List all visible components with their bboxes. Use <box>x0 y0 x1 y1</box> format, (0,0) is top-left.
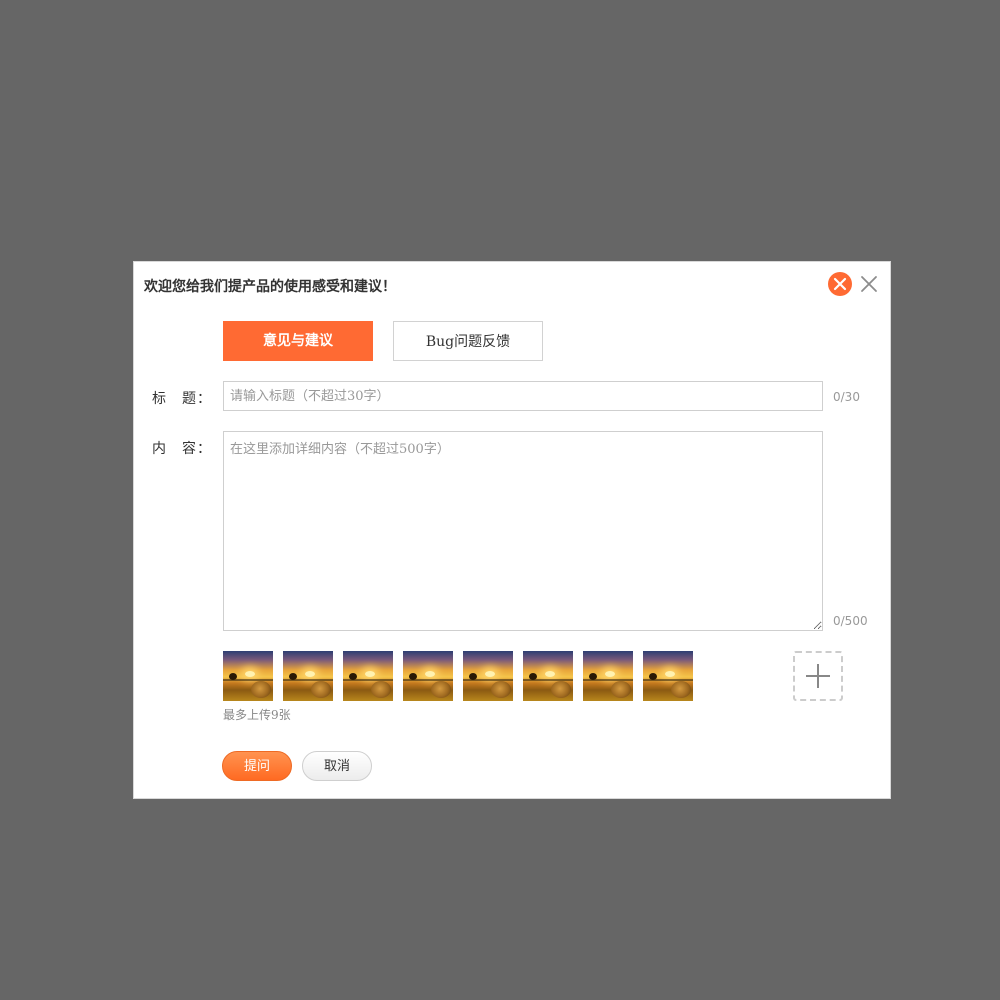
thumb-sun <box>425 671 435 677</box>
tab-suggestions[interactable]: 意见与建议 <box>223 321 373 361</box>
thumb-sun <box>605 671 615 677</box>
thumb-sun <box>545 671 555 677</box>
image-thumbnail[interactable] <box>223 651 273 701</box>
content-label: 内 容： <box>152 441 212 457</box>
image-thumbnail[interactable] <box>283 651 333 701</box>
thumb-tree <box>469 673 477 680</box>
thumb-hay-bale <box>431 681 451 698</box>
plus-icon-vertical <box>817 664 819 688</box>
thumb-sun <box>665 671 675 677</box>
thumb-hay-bale <box>251 681 271 698</box>
close-icon[interactable] <box>859 274 879 294</box>
thumb-sun <box>245 671 255 677</box>
title-char-counter: 0/30 <box>833 390 860 404</box>
title-input[interactable] <box>223 381 823 411</box>
thumb-sun <box>305 671 315 677</box>
thumb-tree <box>409 673 417 680</box>
thumb-tree <box>589 673 597 680</box>
thumb-hay-bale <box>671 681 691 698</box>
thumb-tree <box>229 673 237 680</box>
thumb-hay-bale <box>371 681 391 698</box>
image-thumbnail[interactable] <box>343 651 393 701</box>
thumb-tree <box>649 673 657 680</box>
thumb-hay-bale <box>611 681 631 698</box>
close-circle-icon[interactable] <box>828 272 852 296</box>
thumb-tree <box>289 673 297 680</box>
submit-button[interactable]: 提问 <box>222 751 292 781</box>
thumb-hay-bale <box>491 681 511 698</box>
add-image-button[interactable] <box>793 651 843 701</box>
dialog-title: 欢迎您给我们提产品的使用感受和建议！ <box>144 279 396 295</box>
close-circle-glyph <box>833 277 847 291</box>
title-label: 标 题： <box>152 391 212 407</box>
image-thumbnail[interactable] <box>643 651 693 701</box>
tab-bug-report[interactable]: Bug问题反馈 <box>393 321 543 361</box>
feedback-dialog: 欢迎您给我们提产品的使用感受和建议！ 意见与建议 Bug问题反馈 标 题： 0/… <box>133 261 891 799</box>
content-textarea[interactable] <box>223 431 823 631</box>
close-x-glyph <box>861 276 877 292</box>
thumb-sun <box>365 671 375 677</box>
thumb-hay-bale <box>311 681 331 698</box>
image-thumbnail[interactable] <box>403 651 453 701</box>
thumb-tree <box>529 673 537 680</box>
thumb-tree <box>349 673 357 680</box>
thumb-sun <box>485 671 495 677</box>
content-char-counter: 0/500 <box>833 614 868 628</box>
cancel-button[interactable]: 取消 <box>302 751 372 781</box>
thumb-hay-bale <box>551 681 571 698</box>
image-thumbnail[interactable] <box>463 651 513 701</box>
image-thumbnail[interactable] <box>583 651 633 701</box>
image-thumbnail[interactable] <box>523 651 573 701</box>
upload-limit-hint: 最多上传9张 <box>223 708 291 722</box>
